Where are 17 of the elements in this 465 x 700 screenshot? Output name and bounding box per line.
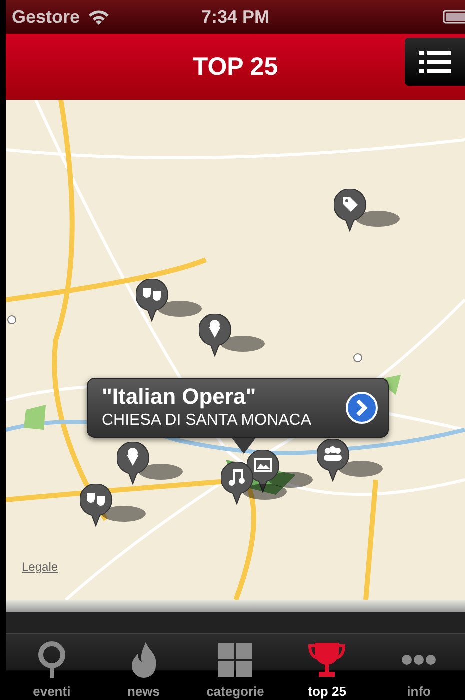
wifi-icon <box>88 9 110 25</box>
event-title: "Italian Opera" <box>102 384 258 410</box>
legal-link[interactable]: Legale <box>22 560 58 574</box>
tab-item[interactable]: info <box>373 634 465 700</box>
venue-name: CHIESA DI SANTA MONACA <box>102 411 313 431</box>
screen-title: TOP 25 <box>192 52 278 82</box>
tab-item[interactable]: news <box>98 634 190 700</box>
tab-item[interactable]: eventi <box>6 634 98 700</box>
list-icon <box>419 50 451 74</box>
carrier-name: Gestore <box>12 6 80 28</box>
tab-item[interactable]: categorie <box>190 634 282 700</box>
list-menu-button[interactable] <box>405 38 465 86</box>
battery-icon <box>443 10 465 24</box>
tab-item[interactable]: top 25 <box>281 634 374 700</box>
tab-icon <box>307 640 348 680</box>
callout-pointer <box>232 438 256 454</box>
clock-time: 7:34 PM <box>201 6 270 28</box>
